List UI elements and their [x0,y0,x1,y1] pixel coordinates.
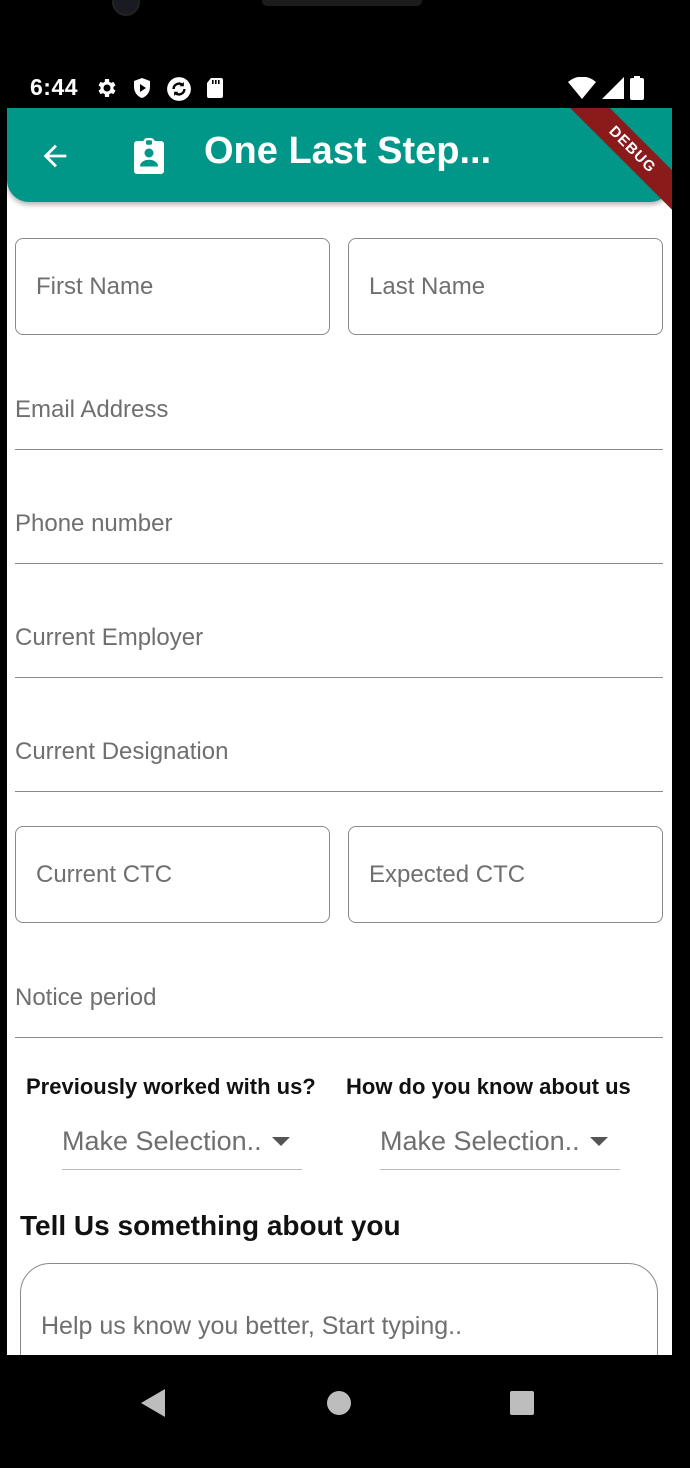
current-designation-field[interactable] [15,712,663,792]
back-button[interactable] [35,136,75,176]
previously-worked-label: Previously worked with us? [26,1074,316,1099]
page-title: One Last Step... [204,130,492,172]
app-screen: One Last Step... DEBUG Previously worked… [7,108,672,1355]
device-frame: 6:44 One Last Step... DEBUG First Name L… [0,0,690,1468]
about-heading: Tell Us something about you [20,1210,401,1241]
battery-icon [630,76,644,100]
recents-square-icon [510,1391,534,1415]
phone-field[interactable] [15,484,663,564]
home-circle-icon [327,1391,351,1415]
app-bar: One Last Step... [7,108,672,202]
how-know-selected: Make Selection.. [380,1126,580,1156]
current-employer-field[interactable] [15,598,663,678]
earpiece-speaker [262,0,422,6]
email-field[interactable] [15,370,663,450]
arrow-left-icon [43,144,67,168]
front-camera [112,0,140,16]
previously-worked-selected: Make Selection.. [62,1126,262,1156]
chevron-down-icon [272,1137,290,1146]
current-ctc-field[interactable] [15,826,330,923]
gear-icon [94,76,118,102]
first-name-field[interactable] [15,238,330,335]
signal-icon [602,77,624,99]
notice-period-field[interactable] [15,958,663,1038]
last-name-field[interactable] [348,238,663,335]
about-textarea[interactable] [20,1263,658,1355]
status-icons-right [568,76,644,100]
sd-card-icon [204,76,226,102]
previously-worked-dropdown[interactable]: Make Selection.. [62,1114,302,1170]
status-bar: 6:44 [0,68,690,110]
nav-recents-button[interactable] [502,1383,542,1423]
chevron-down-icon [590,1137,608,1146]
nav-back-button[interactable] [134,1383,174,1423]
status-icons-left [94,76,226,102]
expected-ctc-field[interactable] [348,826,663,923]
how-know-dropdown[interactable]: Make Selection.. [380,1114,620,1170]
wifi-icon [568,77,596,99]
play-shield-icon [130,76,154,102]
status-time: 6:44 [30,74,79,100]
badge-account-icon [131,136,167,176]
nav-home-button[interactable] [319,1383,359,1423]
sync-icon [166,76,192,102]
back-triangle-icon [141,1389,165,1417]
how-know-label: How do you know about us [346,1074,631,1099]
system-nav-bar [0,1355,690,1468]
